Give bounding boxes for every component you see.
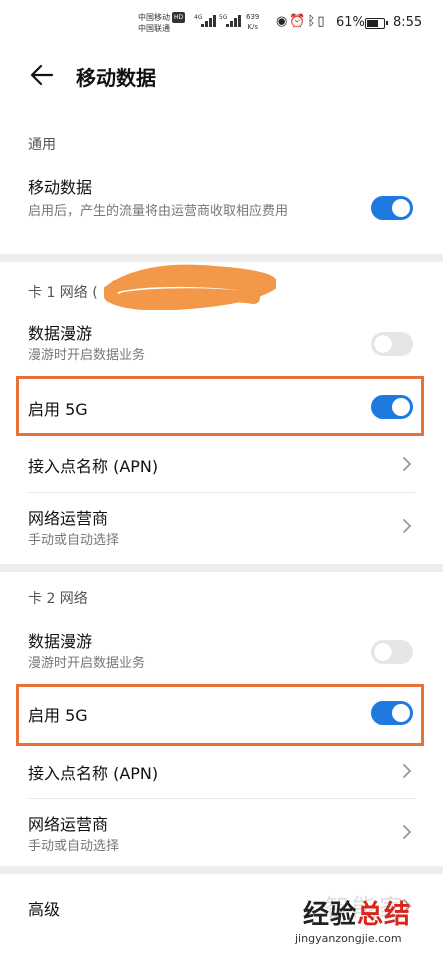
carrier-1: 中国移动 <box>138 13 170 22</box>
sim1-apn-row[interactable]: 接入点名称 (APN) <box>0 434 443 492</box>
advanced-title: 高级 <box>28 900 61 919</box>
sim1-roaming-toggle[interactable] <box>371 332 413 356</box>
mobile-data-toggle[interactable] <box>371 196 413 220</box>
sim2-roaming-toggle[interactable] <box>371 640 413 664</box>
chevron-right-icon <box>403 519 412 533</box>
section-sim1: 卡 1 网络 ( <box>28 285 98 301</box>
sim2-operator-title: 网络运营商 <box>28 815 109 834</box>
signal-icon-2 <box>226 15 244 27</box>
highlight-box-sim1-5g <box>16 376 424 436</box>
section-sim2: 卡 2 网络 <box>28 591 88 607</box>
hd-badge: HD <box>172 12 186 23</box>
sim1-operator-title: 网络运营商 <box>28 509 109 528</box>
chevron-right-icon <box>403 825 412 839</box>
chevron-right-icon <box>403 457 412 471</box>
sim1-operator-row[interactable]: 网络运营商 手动或自动选择 <box>0 493 443 559</box>
sim2-roaming-title: 数据漫游 <box>28 632 93 651</box>
mobile-data-subtitle: 启用后，产生的流量将由运营商收取相应费用 <box>28 204 289 219</box>
title-bar: 移动数据 <box>0 46 443 108</box>
clock: 8:55 <box>393 15 423 30</box>
status-bar: 中国移动 HD 中国联通 4G 5G 639 K/s ◉⏰ᛒ▯ 61% 8:55 <box>0 0 443 46</box>
alarm-icon: ⏰ <box>289 14 308 29</box>
sim2-operator-subtitle: 手动或自动选择 <box>28 839 120 854</box>
sim2-operator-row[interactable]: 网络运营商 手动或自动选择 <box>0 799 443 863</box>
chevron-right-icon <box>403 764 412 778</box>
sim1-operator-subtitle: 手动或自动选择 <box>28 533 120 548</box>
page-title: 移动数据 <box>76 66 156 90</box>
sim2-roaming-subtitle: 漫游时开启数据业务 <box>28 656 146 671</box>
sim2-apn-title: 接入点名称 (APN) <box>28 764 159 783</box>
back-button[interactable] <box>28 60 58 90</box>
mobile-data-row[interactable]: 移动数据 启用后，产生的流量将由运营商收取相应费用 <box>0 168 443 248</box>
carrier-2: 中国联通 <box>138 24 170 33</box>
watermark-url: jingyanzongjie.com <box>295 932 402 945</box>
signal-icon-1 <box>201 15 219 27</box>
battery-icon <box>365 18 388 29</box>
network-speed: 639 K/s <box>246 13 260 31</box>
eye-icon: ◉ <box>276 14 290 29</box>
status-icons: ◉⏰ᛒ▯ <box>276 14 327 30</box>
mobile-data-title: 移动数据 <box>28 178 93 197</box>
highlight-box-sim2-5g <box>16 684 424 746</box>
general-card: 通用 移动数据 启用后，产生的流量将由运营商收取相应费用 <box>0 108 443 254</box>
vibrate-icon: ▯ <box>317 14 327 29</box>
sim1-apn-title: 接入点名称 (APN) <box>28 457 159 476</box>
redaction-scribble <box>104 264 276 310</box>
sim2-roaming-row[interactable]: 数据漫游 漫游时开启数据业务 <box>0 622 443 682</box>
bluetooth-icon: ᛒ <box>307 14 318 29</box>
arrow-left-icon <box>30 64 54 86</box>
section-general: 通用 <box>28 137 56 153</box>
carrier-labels: 中国移动 HD 中国联通 <box>138 12 186 34</box>
sim1-roaming-row[interactable]: 数据漫游 漫游时开启数据业务 <box>0 316 443 376</box>
watermark-title: 经验总结 <box>303 900 412 930</box>
sim2-apn-row[interactable]: 接入点名称 (APN) <box>0 742 443 798</box>
sim1-roaming-subtitle: 漫游时开启数据业务 <box>28 348 146 363</box>
battery-percent: 61% <box>336 15 365 30</box>
watermark: 智能家 经验总结 jingyanzongjie.com <box>295 888 443 960</box>
sim1-roaming-title: 数据漫游 <box>28 324 93 343</box>
